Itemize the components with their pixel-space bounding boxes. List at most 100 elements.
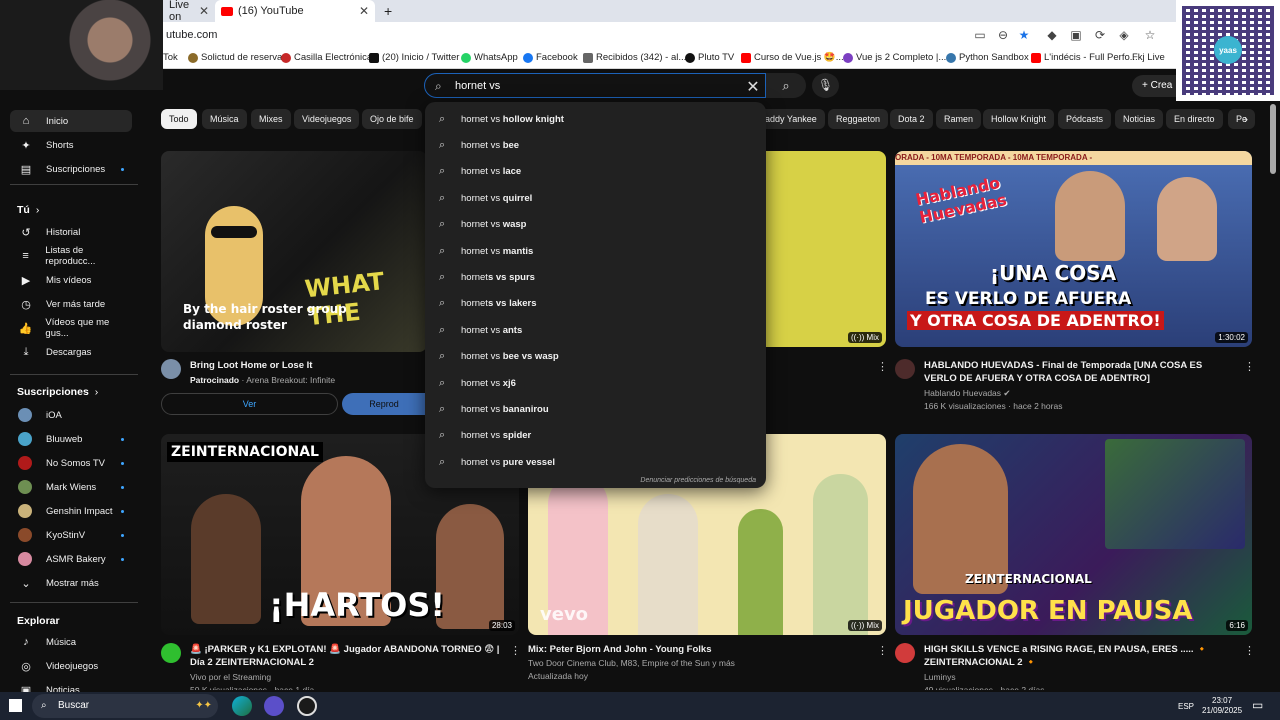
ad-watch-button[interactable]: Ver (161, 393, 338, 415)
video-title[interactable]: 🚨 ¡PARKER y K1 EXPLOTAN! 🚨 Jugador ABAND… (190, 643, 505, 669)
search-suggestion[interactable]: ⌕ hornet vs pure vessel (425, 449, 766, 475)
bookmark-item[interactable]: Casilla Electrónica (281, 52, 372, 63)
bookmark-item[interactable]: Solictud de reserva (188, 52, 282, 63)
search-suggestion[interactable]: ⌕ hornet vs mantis (425, 238, 766, 264)
bookmark-item[interactable]: Pluto TV (685, 52, 734, 63)
browser-tab-live[interactable]: Live on ✕ (163, 0, 215, 23)
extension-icon[interactable]: ⟳ (1092, 27, 1108, 43)
bookmark-star-icon[interactable]: ★ (1016, 27, 1032, 43)
filter-chip[interactable]: Música (202, 109, 247, 129)
channel-avatar[interactable] (161, 359, 181, 379)
search-suggestion[interactable]: ⌕ hornet vs bee vs wasp (425, 344, 766, 370)
filter-chip[interactable]: Ojo de bife (362, 109, 422, 129)
favorites-icon[interactable]: ☆ (1142, 27, 1158, 43)
more-options-icon[interactable]: ⋮ (1244, 644, 1255, 657)
search-suggestion[interactable]: ⌕ hornet vs lace (425, 159, 766, 185)
video-title[interactable]: Bring Loot Home or Lose It (190, 359, 420, 372)
sidebar-item[interactable]: ASMR Bakery (10, 548, 132, 570)
windows-start-icon[interactable] (9, 699, 22, 712)
extension-icon[interactable]: ▣ (1068, 27, 1084, 43)
sidebar-header-subscriptions[interactable]: Suscripciones › (17, 386, 98, 398)
video-title[interactable]: HIGH SKILLS VENCE a RISING RAGE, EN PAUS… (924, 643, 1229, 669)
search-suggestion[interactable]: ⌕ hornet vs wasp (425, 212, 766, 238)
ad-play-button[interactable]: Reprod (342, 393, 426, 415)
page-scrollbar[interactable] (1270, 104, 1276, 174)
filter-chip[interactable]: addy Yankee (757, 109, 825, 129)
search-suggestion[interactable]: ⌕ hornet vs bee (425, 132, 766, 158)
sidebar-item[interactable]: ▶ Mis vídeos (10, 269, 132, 291)
browser-tab-youtube[interactable]: (16) YouTube ✕ (215, 0, 375, 22)
search-suggestion[interactable]: ⌕ hornet vs ants (425, 317, 766, 343)
channel-avatar[interactable] (161, 643, 181, 663)
filter-chip[interactable]: En directo (1166, 109, 1223, 129)
search-suggestion[interactable]: ⌕ hornet vs xj6 (425, 370, 766, 396)
clock[interactable]: 23:07 21/09/2025 (1202, 696, 1242, 716)
bookmark-item[interactable]: L'indécis - Full Perfo... (1031, 52, 1138, 63)
extension-icon[interactable]: ◆ (1044, 27, 1060, 43)
search-suggestion[interactable]: ⌕ hornet vs hollow knight (425, 106, 766, 132)
bookmark-item[interactable]: Recibidos (342) - al... (583, 52, 686, 63)
bookmark-item[interactable]: Curso de Vue.js 🤩... (741, 52, 844, 63)
filter-chip[interactable]: Noticias (1115, 109, 1164, 129)
sidebar-item[interactable]: KyoStinV (10, 524, 132, 546)
notifications-icon[interactable]: ▭ (1252, 698, 1263, 712)
video-channel[interactable]: Luminys (924, 671, 956, 683)
search-button[interactable]: ⌕ (766, 73, 806, 98)
search-box[interactable]: ⌕ hornet vs ✕ (424, 73, 766, 98)
chevron-right-icon[interactable]: › (1244, 112, 1248, 126)
filter-chip[interactable]: Mixes (251, 109, 291, 129)
report-predictions-link[interactable]: Denunciar predicciones de búsqueda (640, 477, 756, 484)
filter-chip[interactable]: Pe (1228, 109, 1256, 129)
sidebar-item[interactable]: Mark Wiens (10, 476, 132, 498)
search-suggestion[interactable]: ⌕ hornet vs spider (425, 423, 766, 449)
filter-chip[interactable]: Pódcasts (1058, 109, 1112, 129)
bookmark-item[interactable]: (20) Inicio / Twitter (369, 52, 459, 63)
bookmark-item[interactable]: Facebook (523, 52, 578, 63)
language-indicator[interactable]: ESP (1178, 702, 1194, 711)
clear-search-icon[interactable]: ✕ (743, 77, 763, 97)
sidebar-item[interactable]: iOA (10, 404, 132, 426)
sidebar-item[interactable]: ⌂ Inicio (10, 110, 132, 132)
sidebar-item[interactable]: ✦ Shorts (10, 134, 132, 156)
more-options-icon[interactable]: ⋮ (510, 644, 521, 657)
filter-chip[interactable]: Reggaeton (828, 109, 889, 129)
search-suggestion[interactable]: ⌕ hornet s vs lakers (425, 291, 766, 317)
more-options-icon[interactable]: ⋮ (877, 644, 888, 657)
more-options-icon[interactable]: ⋮ (877, 360, 888, 373)
sidebar-item[interactable]: ⌄ Mostrar más (10, 572, 132, 594)
close-tab-icon[interactable]: ✕ (199, 4, 209, 18)
filter-chip[interactable]: Todo (161, 109, 197, 129)
video-title[interactable]: HABLANDO HUEVADAS - Final de Temporada [… (924, 359, 1234, 385)
extension-icon[interactable]: ◈ (1116, 27, 1132, 43)
video-thumbnail[interactable]: WHAT THE By the hair roster group diamon… (161, 151, 427, 352)
sidebar-header-you[interactable]: Tú › (17, 204, 39, 216)
video-channel[interactable]: Hablando Huevadas ✔ (924, 387, 1011, 399)
video-thumbnail[interactable]: ORADA - 10MA TEMPORADA - 10MA TEMPORADA … (895, 151, 1252, 347)
sidebar-item[interactable]: ▤ Suscripciones (10, 158, 132, 180)
search-suggestion[interactable]: ⌕ hornet vs quirrel (425, 185, 766, 211)
new-tab-button[interactable]: + (378, 0, 398, 22)
filter-chip[interactable]: Videojuegos (294, 109, 360, 129)
channel-avatar[interactable] (895, 643, 915, 663)
sidebar-item[interactable]: 👍 Vídeos que me gus... (10, 317, 132, 339)
sidebar-item[interactable]: ♪ Música (10, 631, 132, 653)
edge-icon[interactable] (232, 696, 252, 716)
taskbar-search[interactable]: ⌕ Buscar ✦✦ (32, 694, 218, 718)
close-tab-icon[interactable]: ✕ (359, 4, 369, 18)
sidebar-item[interactable]: ◎ Videojuegos (10, 655, 132, 677)
sidebar-item[interactable]: ◷ Ver más tarde (10, 293, 132, 315)
search-input[interactable]: hornet vs (455, 80, 500, 92)
sidebar-item[interactable]: ↺ Historial (10, 221, 132, 243)
sidebar-item[interactable]: Bluuweb (10, 428, 132, 450)
app-icon[interactable] (264, 696, 284, 716)
voice-search-button[interactable]: 🎙 (812, 73, 839, 98)
sidebar-item[interactable]: Genshin Impact (10, 500, 132, 522)
sidebar-item[interactable]: ≡ Listas de reproducc... (10, 245, 132, 267)
video-thumbnail[interactable]: ZEINTERNACIONAL JUGADOR EN PAUSA 6:16 (895, 434, 1252, 635)
bookmark-item[interactable]: Python Sandbox (946, 52, 1029, 63)
install-icon[interactable]: ▭ (972, 27, 988, 43)
filter-chip[interactable]: Hollow Knight (983, 109, 1055, 129)
bookmark-item[interactable]: Fkj Live (1132, 52, 1165, 63)
search-suggestion[interactable]: ⌕ hornet s vs spurs (425, 264, 766, 290)
obs-icon[interactable] (297, 696, 317, 716)
